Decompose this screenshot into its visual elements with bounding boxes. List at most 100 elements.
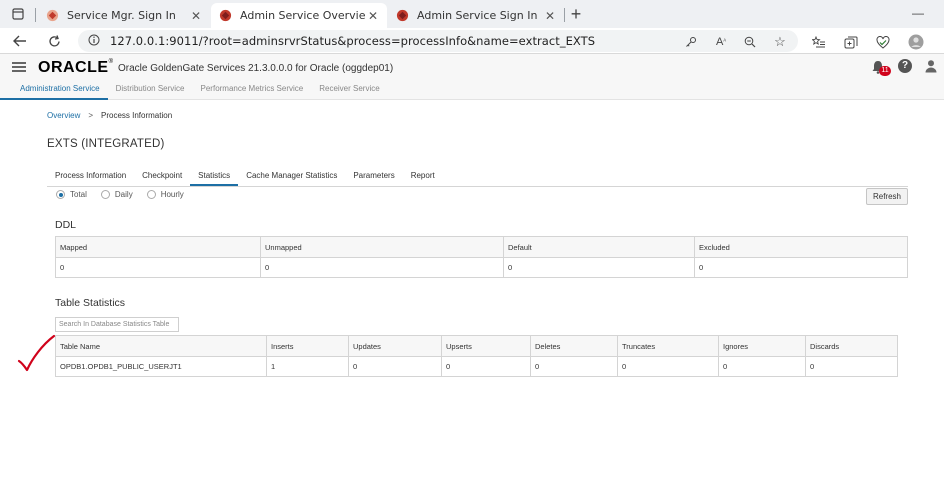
column-header[interactable]: Table Name [55,335,267,357]
radio-indicator[interactable] [100,190,110,199]
breadcrumb-overview-link[interactable]: Overview [47,111,80,120]
tab-performance-metrics-service[interactable]: Performance Metrics Service [193,82,312,100]
table-cell: 0 [530,356,618,377]
tab-report[interactable]: Report [403,162,443,186]
collections-icon[interactable] [842,33,860,51]
radio-selected-indicator[interactable] [56,190,65,199]
column-header[interactable]: Excluded [694,236,908,258]
tab-administration-service[interactable]: Administration Service [0,82,108,100]
tab-process-information[interactable]: Process Information [47,162,134,186]
table-row: 0 0 0 0 [55,257,908,278]
service-tabs: Administration Service Distribution Serv… [0,82,388,100]
page-title: EXTS (INTEGRATED) [47,138,165,150]
url-text: 127.0.0.1:9011/?root=adminsrvrStatus&pro… [110,34,596,48]
browser-tab-admin-overview[interactable]: Admin Service Overview | Proces ✕ [211,3,387,28]
radio-daily[interactable]: Daily [100,190,133,199]
close-tab-icon[interactable]: ✕ [365,9,381,23]
browser-tab-service-mgr[interactable]: Service Mgr. Sign In ✕ [38,3,210,28]
browser-essentials-icon[interactable] [874,33,892,51]
refresh-button[interactable]: Refresh [866,188,908,205]
new-tab-button[interactable]: + [566,4,586,24]
tab-receiver-service[interactable]: Receiver Service [311,82,387,100]
table-statistics-table: Table Name Inserts Updates Upserts Delet… [55,335,898,377]
breadcrumb: Overview > Process Information [47,111,172,120]
table-cell: 0 [441,356,531,377]
app-header: ORACLE® Oracle GoldenGate Services 21.3.… [0,54,944,100]
user-menu-icon[interactable] [924,59,938,73]
reload-icon[interactable] [44,31,64,51]
favorites-list-icon[interactable] [810,33,828,51]
column-header[interactable]: Discards [805,335,898,357]
close-tab-icon[interactable]: ✕ [542,9,558,23]
zoom-icon[interactable] [741,33,759,51]
tab-actions-icon[interactable] [8,6,28,22]
column-header[interactable]: Truncates [617,335,719,357]
tab-title: Admin Service Overview | Proces [240,9,365,22]
hamburger-menu-icon[interactable] [12,62,26,72]
table-cell: 0 [55,257,261,278]
red-checkmark-annotation-icon [17,334,56,372]
table-row[interactable]: OPDB1.OPDB1_PUBLIC_USERJT1 1 0 0 0 0 0 0 [55,356,898,377]
column-header[interactable]: Default [503,236,695,258]
site-info-icon[interactable] [88,34,100,46]
browser-tabstrip: Service Mgr. Sign In ✕ Admin Service Ove… [0,0,944,28]
tab-separator [564,8,565,22]
profile-avatar-icon[interactable] [907,33,925,51]
tab-separator [35,8,36,22]
column-header[interactable]: Upserts [441,335,531,357]
table-cell: 1 [266,356,349,377]
oracle-logo: ORACLE® [38,59,114,76]
table-statistics-title: Table Statistics [55,297,126,309]
breadcrumb-separator: > [88,111,94,120]
table-header-row: Mapped Unmapped Default Excluded [55,236,908,258]
tab-distribution-service[interactable]: Distribution Service [108,82,193,100]
radio-indicator[interactable] [146,190,156,199]
back-arrow-icon[interactable] [10,31,30,51]
table-cell: 0 [348,356,442,377]
table-cell: 0 [617,356,719,377]
ddl-section-title: DDL [55,219,77,231]
ddl-table: Mapped Unmapped Default Excluded 0 0 0 0 [55,236,908,278]
search-input[interactable]: Search In Database Statistics Table [55,317,179,332]
table-cell: 0 [805,356,898,377]
stat-mode-radio-group: Total Daily Hourly [56,190,198,199]
table-cell: 0 [694,257,908,278]
table-cell: 0 [718,356,806,377]
column-header[interactable]: Ignores [718,335,806,357]
help-icon[interactable]: ? [898,59,912,73]
column-header[interactable]: Deletes [530,335,618,357]
password-key-icon[interactable] [682,33,700,51]
column-header[interactable]: Mapped [55,236,261,258]
goldengate-favicon-icon [46,9,59,22]
table-cell: OPDB1.OPDB1_PUBLIC_USERJT1 [55,356,267,377]
column-header[interactable]: Unmapped [260,236,504,258]
goldengate-favicon-icon [396,9,409,22]
read-aloud-icon[interactable]: Aᴬ [712,33,730,51]
close-tab-icon[interactable]: ✕ [188,9,204,23]
table-header-row: Table Name Inserts Updates Upserts Delet… [55,335,898,357]
table-cell: 0 [260,257,504,278]
notification-count-badge: 11 [879,66,891,76]
minimize-window-button[interactable]: — [912,6,924,20]
tab-title: Service Mgr. Sign In [67,9,176,22]
radio-label: Daily [114,190,133,199]
breadcrumb-current: Process Information [101,111,173,120]
radio-hourly[interactable]: Hourly [146,190,184,199]
column-header[interactable]: Updates [348,335,442,357]
radio-label: Hourly [160,190,184,199]
radio-total[interactable]: Total [56,190,87,199]
tab-parameters[interactable]: Parameters [345,162,402,186]
tab-checkpoint[interactable]: Checkpoint [134,162,190,186]
notifications-bell-icon[interactable]: 11 [871,60,891,76]
tab-title: Admin Service Sign In [417,9,538,22]
favorite-star-icon[interactable]: ☆ [771,33,789,51]
browser-tab-admin-signin[interactable]: Admin Service Sign In ✕ [388,3,564,28]
address-bar-row: 127.0.0.1:9011/?root=adminsrvrStatus&pro… [0,28,944,54]
process-tabs: Process Information Checkpoint Statistic… [47,162,908,187]
table-cell: 0 [503,257,695,278]
radio-label: Total [70,190,87,199]
tab-cache-manager-statistics[interactable]: Cache Manager Statistics [238,162,345,186]
product-name: Oracle GoldenGate Services 21.3.0.0.0 fo… [118,63,394,74]
tab-statistics[interactable]: Statistics [190,162,239,186]
column-header[interactable]: Inserts [266,335,349,357]
